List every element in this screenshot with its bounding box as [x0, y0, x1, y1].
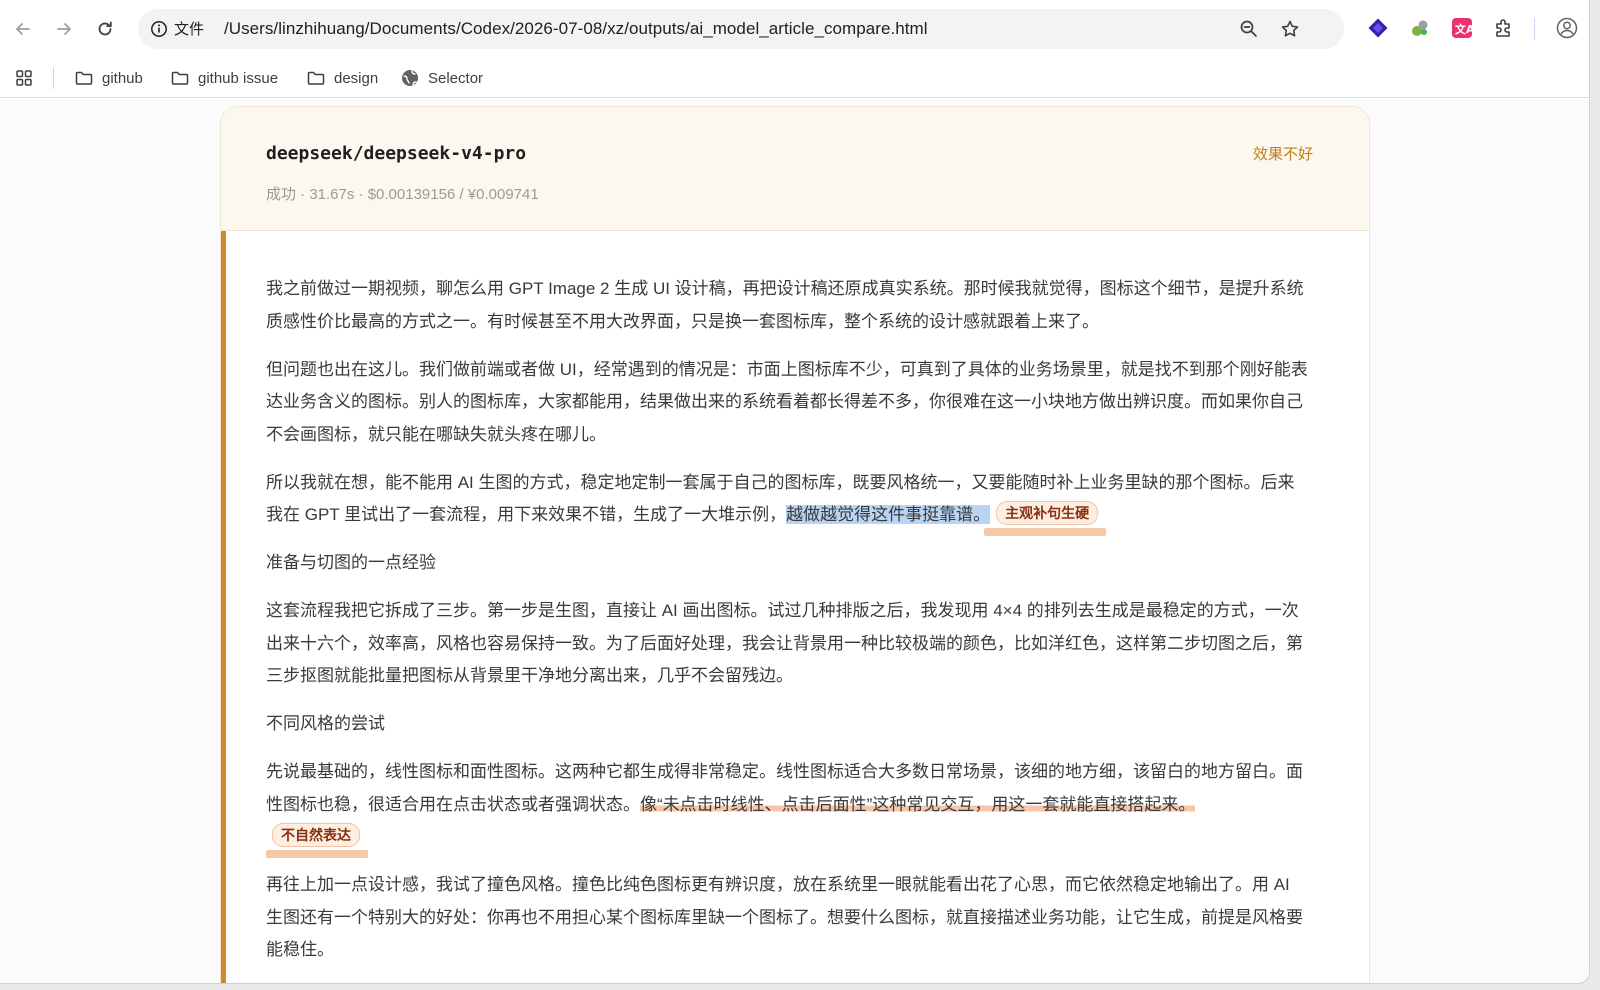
svg-text:文A: 文A — [1455, 22, 1473, 36]
annotated-highlight[interactable]: 像“未点击时线性、点击后面性”这种常见交互，用这一套就能直接搭起来。 — [640, 794, 1196, 814]
annotation-tag[interactable]: 不自然表达 — [272, 823, 360, 847]
profile-button[interactable] — [1555, 16, 1579, 40]
paragraph: 所以我就在想，能不能用 AI 生图的方式，稳定地定制一套属于自己的图标库，既要风… — [266, 467, 1311, 535]
translate-icon: 文A — [1452, 18, 1473, 38]
verdict-label[interactable]: 效果不好 — [1253, 143, 1313, 164]
bookmark-label: github — [102, 69, 143, 87]
apps-button[interactable] — [14, 64, 34, 92]
browser-window: 文件 /Users/linzhihuang/Documents/Codex/20… — [0, 0, 1590, 984]
browser-toolbar: 文件 /Users/linzhihuang/Documents/Codex/20… — [0, 0, 1589, 58]
bookmark-label: Selector — [428, 69, 484, 87]
forward-button[interactable] — [50, 15, 78, 43]
bookmark-github[interactable]: github — [74, 64, 143, 92]
extensions-button[interactable] — [1492, 16, 1516, 40]
paragraph: 这套流程我把它拆成了三步。第一步是生图，直接让 AI 画出图标。试过几种排版之后… — [266, 601, 1303, 685]
paragraph: 但问题也出在这儿。我们做前端或者做 UI，经常遇到的情况是：市面上图标库不少，可… — [266, 359, 1308, 444]
result-meta: 成功 · 31.67s · $0.00139156 / ¥0.009741 — [266, 186, 539, 203]
article-text: 我之前做过一期视频，聊怎么用 GPT Image 2 生成 UI 设计稿，再把设… — [266, 273, 1311, 982]
paragraph-text: 所以我就在想，能不能用 AI 生图的方式，稳定地定制一套属于自己的图标库，既要风… — [266, 472, 1295, 525]
reload-icon — [98, 21, 112, 36]
article-body: 我之前做过一期视频，聊怎么用 GPT Image 2 生成 UI 设计稿，再把设… — [221, 231, 1369, 983]
extension-bubbles[interactable] — [1408, 16, 1432, 40]
puzzle-icon — [1496, 19, 1510, 37]
diamond-extension-icon — [1368, 18, 1388, 38]
globe-icon — [402, 70, 418, 86]
annotation-tag-wrap: 主观补句生硬 — [984, 499, 1107, 535]
page-content: deepseek/deepseek-v4-pro 成功 · 31.67s · $… — [0, 99, 1589, 983]
back-button[interactable] — [9, 15, 37, 43]
section-heading: 准备与切图的一点经验 — [266, 553, 436, 572]
folder-icon — [307, 71, 325, 85]
bookmark-design[interactable]: design — [306, 64, 378, 92]
bookmark-github-issue[interactable]: github issue — [170, 64, 278, 92]
star-icon — [1281, 20, 1299, 37]
bubbles-extension-icon — [1412, 20, 1428, 36]
zoom-button[interactable] — [1238, 18, 1260, 40]
bookmarks-bar: github github issue design Selector — [0, 58, 1589, 98]
model-name: deepseek/deepseek-v4-pro — [266, 143, 527, 164]
bookmark-star-button[interactable] — [1279, 18, 1301, 40]
extension-diamond[interactable] — [1366, 16, 1390, 40]
bookmark-selector[interactable]: Selector — [400, 64, 483, 92]
accent-bar — [221, 231, 226, 983]
url-text[interactable]: /Users/linzhihuang/Documents/Codex/2026-… — [224, 19, 928, 39]
info-icon — [151, 20, 167, 37]
section-heading: 不同风格的尝试 — [266, 714, 385, 733]
bookmark-label: github issue — [198, 69, 279, 87]
paragraph: 先说最基础的，线性图标和面性图标。这两种它都生成得非常稳定。线性图标适合大多数日… — [266, 756, 1311, 857]
model-result-card: deepseek/deepseek-v4-pro 成功 · 31.67s · $… — [220, 106, 1370, 983]
toolbar-divider — [1534, 18, 1535, 40]
site-info-chip[interactable]: 文件 — [150, 18, 204, 39]
address-bar[interactable]: 文件 /Users/linzhihuang/Documents/Codex/20… — [138, 9, 1344, 49]
card-header: deepseek/deepseek-v4-pro 成功 · 31.67s · $… — [221, 107, 1369, 231]
annotation-tag-wrap: 不自然表达 — [266, 821, 368, 857]
profile-icon — [1556, 17, 1578, 39]
selected-highlight[interactable]: 越做越觉得这件事挺靠谱。 — [786, 505, 991, 524]
paragraph: 我之前做过一期视频，聊怎么用 GPT Image 2 生成 UI 设计稿，再把设… — [266, 279, 1304, 331]
bookmarks-divider — [53, 67, 54, 89]
paragraph: 再往上加一点设计感，我试了撞色风格。撞色比纯色图标更有辨识度，放在系统里一眼就能… — [266, 875, 1303, 959]
reload-button[interactable] — [91, 15, 119, 43]
zoom-icon — [1240, 20, 1257, 37]
bookmark-label: design — [334, 69, 379, 87]
site-info-label: 文件 — [174, 21, 205, 38]
folder-icon — [171, 71, 189, 85]
arrow-right-icon — [57, 23, 71, 35]
folder-icon — [75, 71, 93, 85]
extension-translate[interactable]: 文A — [1450, 16, 1474, 40]
apps-grid-icon — [16, 70, 32, 86]
annotation-tag[interactable]: 主观补句生硬 — [996, 501, 1099, 525]
arrow-left-icon — [16, 23, 30, 35]
